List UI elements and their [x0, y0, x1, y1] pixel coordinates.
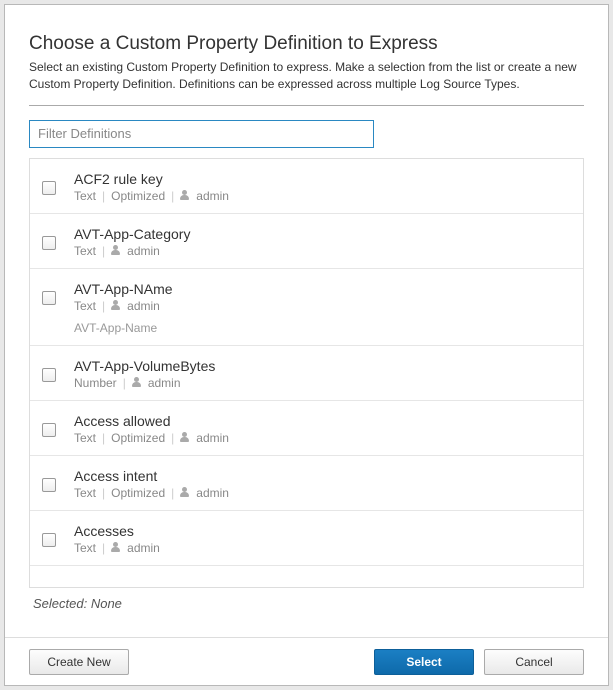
item-owner: admin	[196, 189, 229, 203]
meta-separator: |	[123, 376, 126, 390]
item-checkbox[interactable]	[42, 236, 56, 250]
item-title: AVT-App-NAme	[74, 281, 571, 297]
item-subtext: AVT-App-Name	[74, 321, 571, 335]
item-body: ACF2 rule key Text | Optimized | admin	[74, 171, 571, 203]
item-checkbox[interactable]	[42, 181, 56, 195]
item-owner: admin	[127, 541, 160, 555]
list-item[interactable]: Access intent Text | Optimized | admin	[30, 456, 583, 511]
item-body: AVT-App-NAme Text | admin AVT-App-Name	[74, 281, 571, 335]
definitions-list[interactable]: ACF2 rule keyText|Optimized|adminAVT-App…	[29, 158, 584, 588]
item-type: Text	[74, 244, 96, 258]
item-title: ACF2 rule key	[74, 171, 571, 187]
item-optimized: Optimized	[111, 431, 165, 445]
dialog-subtitle: Select an existing Custom Property Defin…	[29, 59, 584, 93]
meta-separator: |	[102, 541, 105, 555]
person-icon	[111, 245, 121, 257]
item-type: Text	[74, 189, 96, 203]
item-optimized: Optimized	[111, 486, 165, 500]
selected-row: Selected: None	[29, 588, 584, 615]
list-item[interactable]: Access allowed Text | Optimized | admin	[30, 401, 583, 456]
meta-separator: |	[171, 189, 174, 203]
filter-definitions-input[interactable]	[29, 120, 374, 148]
item-owner: admin	[127, 299, 160, 313]
item-checkbox[interactable]	[42, 478, 56, 492]
create-new-button[interactable]: Create New	[29, 649, 129, 675]
person-icon	[180, 190, 190, 202]
item-title: Accesses	[74, 523, 571, 539]
meta-separator: |	[102, 299, 105, 313]
item-meta: Text | admin	[74, 541, 571, 555]
person-icon	[111, 542, 121, 554]
item-body: AVT-App-Category Text | admin	[74, 226, 571, 258]
item-owner: admin	[196, 431, 229, 445]
cancel-button[interactable]: Cancel	[484, 649, 584, 675]
meta-separator: |	[102, 431, 105, 445]
item-owner: admin	[148, 376, 181, 390]
property-definition-dialog: Choose a Custom Property Definition to E…	[4, 4, 609, 686]
list-item[interactable]: AVT-App-Category Text | admin	[30, 214, 583, 269]
item-type: Text	[74, 486, 96, 500]
item-meta: Text | admin	[74, 299, 571, 313]
item-body: Accesses Text | admin	[74, 523, 571, 555]
selected-value: None	[91, 596, 122, 611]
item-checkbox[interactable]	[42, 368, 56, 382]
item-meta: Text | admin	[74, 244, 571, 258]
item-checkbox[interactable]	[42, 423, 56, 437]
item-body: Access intent Text | Optimized | admin	[74, 468, 571, 500]
dialog-footer: Create New Select Cancel	[5, 637, 608, 685]
person-icon	[180, 432, 190, 444]
list-item[interactable]: AVT-App-VolumeBytes Number | admin	[30, 346, 583, 401]
item-owner: admin	[127, 244, 160, 258]
list-item[interactable]: Accesses Text | admin	[30, 511, 583, 566]
meta-separator: |	[171, 431, 174, 445]
item-type: Number	[74, 376, 117, 390]
dialog-content: Choose a Custom Property Definition to E…	[5, 5, 608, 615]
item-meta: Number | admin	[74, 376, 571, 390]
header-divider	[29, 105, 584, 106]
person-icon	[132, 377, 142, 389]
item-title: Access intent	[74, 468, 571, 484]
item-type: Text	[74, 541, 96, 555]
dialog-title: Choose a Custom Property Definition to E…	[29, 33, 584, 55]
meta-separator: |	[171, 486, 174, 500]
item-meta: Text | Optimized | admin	[74, 189, 571, 203]
list-item[interactable]: AVT-App-NAme Text | admin AVT-App-Name	[30, 269, 583, 346]
item-optimized: Optimized	[111, 189, 165, 203]
item-owner: admin	[196, 486, 229, 500]
item-body: AVT-App-VolumeBytes Number | admin	[74, 358, 571, 390]
item-type: Text	[74, 299, 96, 313]
person-icon	[180, 487, 190, 499]
item-title: AVT-App-VolumeBytes	[74, 358, 571, 374]
item-checkbox[interactable]	[42, 533, 56, 547]
meta-separator: |	[102, 189, 105, 203]
item-title: Access allowed	[74, 413, 571, 429]
item-title: AVT-App-Category	[74, 226, 571, 242]
item-meta: Text | Optimized | admin	[74, 431, 571, 445]
meta-separator: |	[102, 486, 105, 500]
item-type: Text	[74, 431, 96, 445]
item-body: Access allowed Text | Optimized | admin	[74, 413, 571, 445]
item-meta: Text | Optimized | admin	[74, 486, 571, 500]
meta-separator: |	[102, 244, 105, 258]
item-checkbox[interactable]	[42, 291, 56, 305]
person-icon	[111, 300, 121, 312]
selected-label: Selected:	[33, 596, 87, 611]
list-item[interactable]: ACF2 rule key Text | Optimized | admin	[30, 159, 583, 214]
select-button[interactable]: Select	[374, 649, 474, 675]
